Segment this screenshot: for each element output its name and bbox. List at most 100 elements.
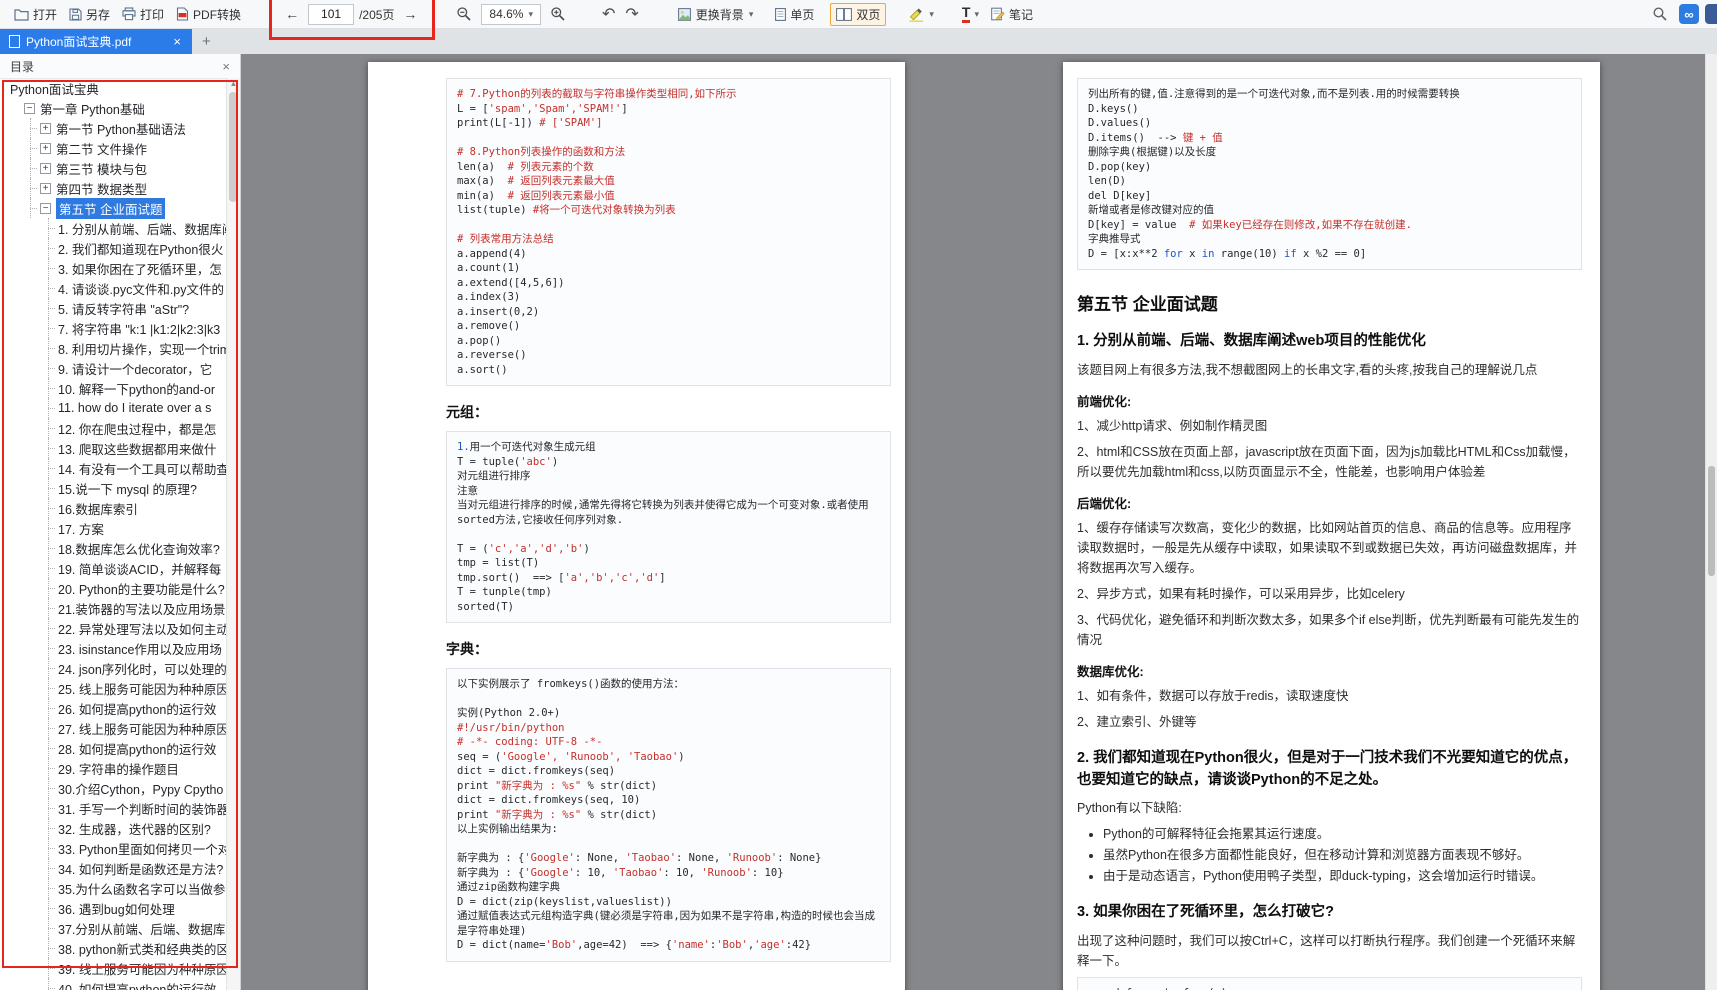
vertical-scrollbar[interactable]: [1705, 54, 1717, 990]
note-label: 笔记: [1009, 6, 1033, 23]
toc-item[interactable]: 22. 异常处理写法以及如何主动: [0, 618, 227, 638]
tab-close-icon[interactable]: ×: [171, 34, 183, 49]
toc-item[interactable]: 8. 利用切片操作，实现一个trim: [0, 338, 227, 358]
toc-item[interactable]: 35.为什么函数名字可以当做参: [0, 878, 227, 898]
toc-item[interactable]: 13. 爬取这些数据都用来做什: [0, 438, 227, 458]
single-page-button[interactable]: 单页: [769, 3, 820, 26]
toc-item[interactable]: 34. 如何判断是函数还是方法?: [0, 858, 227, 878]
code-line: D[key] = value # 如果key已经存在则修改,如果不存在就创建.: [1088, 218, 1571, 233]
redo-button[interactable]: ↷: [620, 2, 643, 26]
toc-item-label: 第二节 文件操作: [56, 139, 147, 158]
code-line: 通过赋值表达式元组构造字典(键必须是字符串,因为如果不是字符串,构造的时候也会当…: [457, 909, 880, 938]
partial-edge-icon: [1705, 4, 1717, 24]
expand-icon[interactable]: +: [40, 123, 51, 134]
toc-item[interactable]: 16.数据库索引: [0, 498, 227, 518]
toc-item[interactable]: 29. 字符串的操作题目: [0, 758, 227, 778]
toc-item[interactable]: 21.装饰器的写法以及应用场景: [0, 598, 227, 618]
toc-item[interactable]: 11. how do I iterate over a s: [0, 398, 227, 418]
toc-item[interactable]: +第三节 模块与包: [0, 158, 227, 178]
toc-item[interactable]: 30.介绍Cython，Pypy Cpytho: [0, 778, 227, 798]
toc-item[interactable]: 23. isinstance作用以及应用场: [0, 638, 227, 658]
link-icon[interactable]: ∞: [1679, 4, 1699, 24]
toc-item[interactable]: 32. 生成器，迭代器的区别?: [0, 818, 227, 838]
prev-page-button[interactable]: ←: [281, 5, 303, 23]
save-as-button[interactable]: 另存: [63, 3, 116, 26]
document-tab[interactable]: Python面试宝典.pdf ×: [0, 28, 192, 54]
toc-item[interactable]: 36. 遇到bug如何处理: [0, 898, 227, 918]
toc-item[interactable]: 27. 线上服务可能因为种种原因: [0, 718, 227, 738]
scrollbar-thumb[interactable]: [1708, 466, 1715, 576]
toc-item[interactable]: 38. python新式类和经典类的区: [0, 938, 227, 958]
toc-item[interactable]: 40. 如何提高python的运行效: [0, 978, 227, 990]
toc-item[interactable]: 33. Python里面如何拷贝一个对: [0, 838, 227, 858]
print-button[interactable]: 打印: [116, 3, 170, 26]
paragraph: 该题目网上有很多方法,我不想截图网上的长串文字,看的头疼,按我自己的理解说几点: [1077, 360, 1582, 380]
code-line: D.pop(key): [1088, 160, 1571, 175]
toc-item[interactable]: 2. 我们都知道现在Python很火: [0, 238, 227, 258]
toc-item[interactable]: 10. 解释一下python的and-or: [0, 378, 227, 398]
toc-item[interactable]: 12. 你在爬虫过程中，都是怎: [0, 418, 227, 438]
undo-button[interactable]: ↶: [597, 2, 620, 26]
toc-item[interactable]: 26. 如何提高python的运行效: [0, 698, 227, 718]
toc-item[interactable]: + 第二节 文件操作: [0, 138, 227, 158]
toc-item[interactable]: −第五节 企业面试题: [0, 198, 227, 218]
note-button[interactable]: 笔记: [985, 3, 1039, 26]
new-tab-button[interactable]: +: [192, 33, 221, 50]
toc-item[interactable]: 19. 简单谈谈ACID，并解释每: [0, 558, 227, 578]
zoom-out-button[interactable]: [451, 4, 477, 24]
note-icon: [991, 7, 1005, 21]
code-line: D.values(): [1088, 116, 1571, 131]
toc-item[interactable]: 28. 如何提高python的运行效: [0, 738, 227, 758]
expand-icon[interactable]: +: [40, 163, 51, 174]
zoom-in-button[interactable]: [545, 4, 571, 24]
open-button[interactable]: 打开: [8, 3, 63, 26]
toc-item-label: 25. 线上服务可能因为种种原因: [58, 679, 227, 698]
toc-item[interactable]: 1. 分别从前端、后端、数据库阐: [0, 218, 227, 238]
toc-item-label: 28. 如何提高python的运行效: [58, 739, 216, 758]
collapse-icon[interactable]: −: [40, 203, 51, 214]
toc-item[interactable]: 17. 方案: [0, 518, 227, 538]
scrollbar-thumb[interactable]: [229, 92, 237, 202]
toc-item[interactable]: 37.分别从前端、后端、数据库: [0, 918, 227, 938]
toc-item[interactable]: 15.说一下 mysql 的原理?: [0, 478, 227, 498]
chevron-down-icon: ▾: [528, 9, 533, 20]
scrollbar-up-icon[interactable]: ▲: [227, 78, 240, 90]
toc-item[interactable]: 25. 线上服务可能因为种种原因: [0, 678, 227, 698]
bullet-list: Python的可解释特征会拖累其运行速度。虽然Python在很多方面都性能良好，…: [1077, 824, 1582, 886]
toc-item[interactable]: −第一章 Python基础: [0, 98, 227, 118]
collapse-icon[interactable]: −: [24, 103, 35, 114]
code-line: 列出所有的键,值.注意得到的是一个可迭代对象,而不是列表.用的时候需要转换: [1088, 87, 1571, 102]
toc-item[interactable]: 18.数据库怎么优化查询效率?: [0, 538, 227, 558]
search-button[interactable]: [1647, 4, 1673, 24]
sidebar-scrollbar[interactable]: ▲: [226, 78, 240, 990]
highlighter-button[interactable]: ▾: [902, 3, 940, 25]
toc-item[interactable]: 9. 请设计一个decorator，它: [0, 358, 227, 378]
next-page-button[interactable]: →: [399, 5, 421, 23]
page-number-input[interactable]: [308, 4, 354, 25]
toc-item[interactable]: 5. 请反转字符串 "aStr"?: [0, 298, 227, 318]
double-page-button[interactable]: 双页: [830, 3, 886, 26]
toc-item-label: 26. 如何提高python的运行效: [58, 699, 216, 718]
pdf-convert-button[interactable]: PDF转换: [170, 3, 247, 26]
zoom-level-select[interactable]: 84.6% ▾: [481, 4, 541, 25]
change-background-button[interactable]: 更换背景 ▾: [672, 3, 760, 26]
toc-item[interactable]: 4. 请谈谈.pyc文件和.py文件的: [0, 278, 227, 298]
toc-item[interactable]: Python面试宝典: [0, 78, 227, 98]
toc-item[interactable]: +第四节 数据类型: [0, 178, 227, 198]
single-page-label: 单页: [790, 6, 814, 23]
toc-item[interactable]: 20. Python的主要功能是什么?: [0, 578, 227, 598]
toc-item[interactable]: 39. 线上服务可能因为种种原因: [0, 958, 227, 978]
expand-icon[interactable]: +: [40, 143, 51, 154]
toc-item[interactable]: +第一节 Python基础语法: [0, 118, 227, 138]
text-tool-button[interactable]: T ▾: [956, 2, 985, 26]
bold-label: 后端优化:: [1077, 493, 1582, 512]
toc-item[interactable]: 14. 有没有一个工具可以帮助查: [0, 458, 227, 478]
toc-item[interactable]: 3. 如果你困在了死循环里，怎: [0, 258, 227, 278]
code-line: len(D): [1088, 174, 1571, 189]
expand-icon[interactable]: +: [40, 183, 51, 194]
toc-item[interactable]: 7. 将字符串 "k:1 |k1:2|k2:3|k3: [0, 318, 227, 338]
toc-item[interactable]: 31. 手写一个判断时间的装饰器: [0, 798, 227, 818]
sidebar-close-icon[interactable]: ×: [222, 59, 230, 74]
code-line: print "新字典为 : %s" % str(dict): [457, 779, 880, 794]
toc-item[interactable]: 24. json序列化时，可以处理的: [0, 658, 227, 678]
